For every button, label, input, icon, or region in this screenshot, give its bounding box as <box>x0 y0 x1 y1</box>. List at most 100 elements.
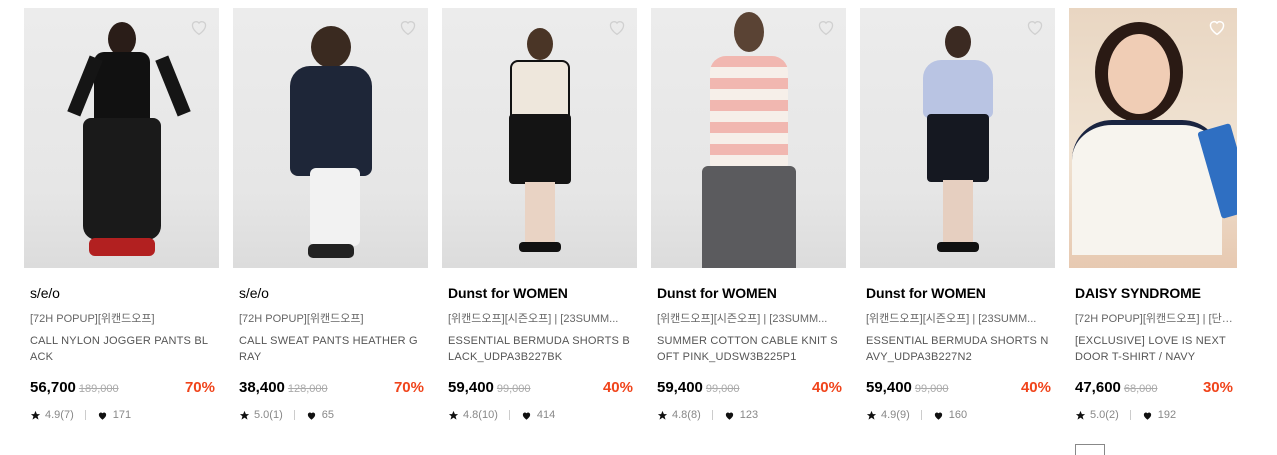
heart-filled-icon <box>98 412 106 420</box>
model-shorts <box>508 114 571 184</box>
original-price: 189,000 <box>78 383 119 395</box>
heart-outline-icon <box>609 21 625 36</box>
product-meta: 5.0(1) 65 <box>233 409 428 421</box>
sale-price: 38,400 <box>239 379 285 396</box>
star-icon <box>657 410 668 420</box>
product-meta: 4.8(10) 414 <box>442 409 637 421</box>
heart-outline-icon <box>400 21 416 36</box>
heart-outline-icon <box>191 21 207 36</box>
product-meta: 4.9(9) 160 <box>860 409 1055 421</box>
divider <box>293 410 295 420</box>
product-name[interactable]: ESSENTIAL BERMUDA SHORTS BLACK_UDPA3B227… <box>442 333 637 365</box>
star-icon <box>239 410 250 420</box>
promo-tag: [위캔드오프][시즌오프] | [23SUMM... <box>657 313 828 325</box>
wishlist-button[interactable] <box>815 17 837 37</box>
model-pants <box>82 118 161 240</box>
product-name[interactable]: SUMMER COTTON CABLE KNIT SOFT PINK_UDSW3… <box>651 333 846 365</box>
divider <box>711 410 713 420</box>
model-head <box>107 22 136 56</box>
model-legs <box>942 180 973 244</box>
promo-tag: [위캔드오프][시즌오프] | [23SUMM... <box>448 313 619 325</box>
brand-name[interactable]: Dunst for WOMEN <box>442 285 637 301</box>
heart-outline-icon <box>1209 20 1225 36</box>
star-icon <box>448 410 459 420</box>
wishlist-button[interactable] <box>188 17 210 37</box>
heart-filled-icon <box>522 412 531 420</box>
model-jacket <box>289 66 372 176</box>
discount-rate: 70% <box>184 379 215 396</box>
discount-rate: 70% <box>393 379 424 396</box>
brand-name[interactable]: DAISY SYNDROME <box>1069 285 1237 301</box>
price-row: 38,400 128,000 70% <box>233 379 428 396</box>
product-card[interactable]: Dunst for WOMEN [위캔드오프][시즌오프] | [23SUMM.… <box>651 8 846 421</box>
sale-price: 59,400 <box>657 379 703 396</box>
price-row: 47,600 68,000 30% <box>1069 379 1237 396</box>
model-shoes <box>936 242 979 252</box>
promo-tag: [위캔드오프][시즌오프] | [23SUMM... <box>866 313 1037 325</box>
model-pants <box>309 168 360 246</box>
product-name[interactable]: ESSENTIAL BERMUDA SHORTS NAVY_UDPA3B227N… <box>860 333 1055 365</box>
discount-rate: 30% <box>1202 379 1233 396</box>
price-row: 59,400 99,000 40% <box>442 379 637 396</box>
price-row: 59,400 99,000 40% <box>860 379 1055 396</box>
product-card[interactable]: s/e/o [72H POPUP][위캔드오프] CALL NYLON JOGG… <box>24 8 219 421</box>
heart-filled-icon <box>725 412 733 420</box>
like-count: 414 <box>536 409 556 421</box>
rating: 4.9(9) <box>881 409 910 421</box>
product-image[interactable] <box>233 8 428 268</box>
like-count: 123 <box>739 409 759 421</box>
brand-name[interactable]: Dunst for WOMEN <box>860 285 1055 301</box>
discount-rate: 40% <box>1020 379 1051 396</box>
rating: 4.9(7) <box>45 409 74 421</box>
brand-name[interactable]: Dunst for WOMEN <box>651 285 846 301</box>
product-meta: 4.9(7) 171 <box>24 409 219 421</box>
model-shoes <box>88 238 155 256</box>
brand-name[interactable]: s/e/o <box>24 285 219 301</box>
product-image[interactable] <box>651 8 846 268</box>
model-face <box>1108 34 1170 114</box>
model-arm-right <box>154 55 191 117</box>
star-icon <box>30 410 41 420</box>
wishlist-button[interactable] <box>1024 17 1046 37</box>
like-count: 160 <box>948 409 968 421</box>
product-image[interactable] <box>442 8 637 268</box>
star-icon <box>866 410 877 420</box>
wishlist-button[interactable] <box>397 17 419 37</box>
brand-name[interactable]: s/e/o <box>233 285 428 301</box>
like-count: 192 <box>1157 409 1177 421</box>
product-card[interactable]: s/e/o [72H POPUP][위캔드오프] CALL SWEAT PANT… <box>233 8 428 421</box>
product-name[interactable]: CALL SWEAT PANTS HEATHER GRAY <box>233 333 428 365</box>
original-price: 128,000 <box>287 383 328 395</box>
product-card[interactable]: Dunst for WOMEN [위캔드오프][시즌오프] | [23SUMM.… <box>860 8 1055 421</box>
model-head <box>944 26 971 58</box>
heart-outline-icon <box>818 21 834 36</box>
product-card[interactable]: DAISY SYNDROME [72H POPUP][위캔드오프] | [단독오… <box>1069 8 1237 455</box>
product-name[interactable]: CALL NYLON JOGGER PANTS BLACK <box>24 333 219 365</box>
sale-price: 56,700 <box>30 379 76 396</box>
product-card[interactable]: Dunst for WOMEN [위캔드오프][시즌오프] | [23SUMM.… <box>442 8 637 421</box>
wishlist-button[interactable] <box>606 17 628 37</box>
product-image[interactable] <box>1069 8 1237 268</box>
model-knit <box>709 56 788 168</box>
star-icon <box>1075 410 1086 420</box>
original-price: 99,000 <box>705 383 740 395</box>
original-price: 99,000 <box>914 383 949 395</box>
model-head <box>733 12 764 52</box>
rating: 4.8(8) <box>672 409 701 421</box>
heart-filled-icon <box>934 412 942 420</box>
promo-tag: [72H POPUP][위캔드오프] <box>30 313 155 325</box>
like-count: 65 <box>321 409 334 421</box>
product-name[interactable]: [EXCLUSIVE] LOVE IS NEXT DOOR T-SHIRT / … <box>1069 333 1237 365</box>
model-head <box>310 26 351 68</box>
model-skirt <box>701 166 796 268</box>
model-head <box>526 28 553 60</box>
discount-rate: 40% <box>811 379 842 396</box>
price-row: 56,700 189,000 70% <box>24 379 219 396</box>
product-image[interactable] <box>860 8 1055 268</box>
wishlist-button[interactable] <box>1206 17 1228 37</box>
sale-price: 59,400 <box>866 379 912 396</box>
product-image[interactable] <box>24 8 219 268</box>
like-count: 171 <box>112 409 132 421</box>
sale-price: 47,600 <box>1075 379 1121 396</box>
original-price: 68,000 <box>1123 383 1158 395</box>
